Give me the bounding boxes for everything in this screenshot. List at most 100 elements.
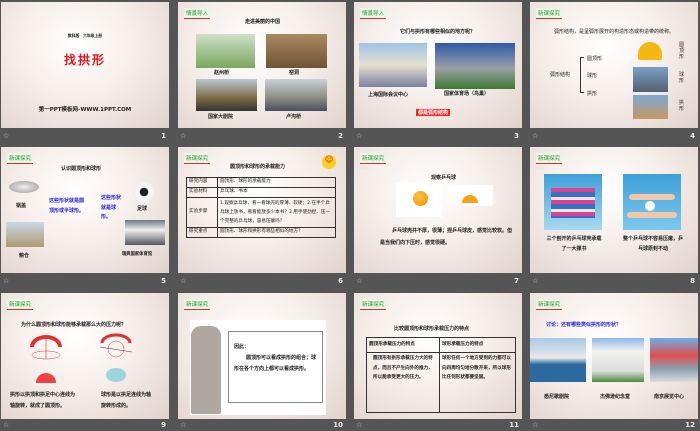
- slide-footer-10: ☆ 10: [178, 421, 346, 431]
- slide-thumbnail-12[interactable]: 新课探究 讨论：还有哪些类似拱形的形状？ 悉尼歌剧院 杰佛逊纪念堂 南京展览中心: [530, 293, 698, 419]
- slide-number: 9: [161, 421, 166, 429]
- slide-title: 比较圆顶形和球形承载压力的特点: [394, 326, 470, 332]
- table-cell: 研究内容: [186, 177, 218, 188]
- table-cell: 1.观察乒乓球，看一看球壳的厚薄、软硬；2.在半个乒乓球上放书，看看能放多少本书…: [217, 196, 336, 229]
- section-tag: 新课探究: [184, 299, 211, 310]
- star-icon[interactable]: ☆: [180, 277, 186, 285]
- section-tag: 新课探究: [7, 153, 34, 164]
- note: 这些形状就是圆顶形或半球形。: [49, 198, 85, 214]
- football-image: [133, 181, 155, 203]
- table-row: 实验材料 乒乓球、书本: [186, 186, 336, 198]
- caption: 锅盖: [16, 203, 27, 209]
- explanation: 拱形以拱顶和拱足中心连线为轴旋转，就成了圆顶形。: [10, 392, 76, 409]
- table-cell: 圆顶形承载压力的特点: [366, 337, 440, 353]
- star-icon[interactable]: ☆: [180, 421, 186, 429]
- caption: 南京展览中心: [654, 394, 685, 400]
- hand-pressing-ball-image: [623, 174, 681, 230]
- question: 为什么圆顶形和球形能够承载那么大的压力呢？: [21, 322, 127, 328]
- granary-image: [6, 222, 44, 247]
- slide-title: 圆顶形和球形的承载能力: [230, 164, 286, 170]
- slide-number: 5: [161, 277, 166, 285]
- slide-thumbnail-5[interactable]: 新课探究 认识圆顶形和球形 锅盖 粮仓 这些形状就是圆顶形或半球形。 这些形状就…: [1, 147, 169, 273]
- star-icon[interactable]: ☆: [532, 132, 538, 140]
- sphere-rotation-diagram: [99, 333, 133, 382]
- cave-dwelling-image: [266, 34, 327, 68]
- slide-thumbnail-3[interactable]: 情景导入 它们与拱形有哪些相似的地方呢？ 上海国际会议中心 国家体育场（鸟巢） …: [354, 2, 522, 128]
- star-icon[interactable]: ☆: [356, 277, 362, 285]
- caption: 卢沟桥: [286, 114, 302, 120]
- table-row: 研究重点 圆顶形、球形和拱形有哪些相似的地方？: [186, 227, 336, 239]
- helmet-image: [638, 42, 662, 60]
- slide-thumbnail-10[interactable]: 新课探究 因此： 圆顶形可以看成拱形的组合；球形在各个方向上都可以看成拱形。: [178, 293, 346, 419]
- table-cell: 圆顶形、球形的承载能力: [217, 177, 336, 188]
- slide-footer-11: ☆ 11: [354, 421, 522, 431]
- star-icon[interactable]: ☆: [3, 421, 9, 429]
- slide-footer-6: ☆ 6: [178, 277, 346, 287]
- section-tag: 新课探究: [360, 299, 387, 310]
- slide-footer-3: ☆ 3: [354, 132, 522, 142]
- slide-footer-1: ☆ 1: [1, 132, 169, 142]
- slide-number: 11: [509, 421, 519, 429]
- slide-thumbnail-11[interactable]: 新课探究 比较圆顶形和球形承载压力的特点 圆顶形承载压力的特点 球形承载压力的特点…: [354, 293, 522, 419]
- slide-thumbnail-1[interactable]: 教科版 六年级上册 找拱形 第一PPT模板网-WWW.1PPT.COM: [1, 2, 169, 128]
- star-icon[interactable]: ☆: [356, 132, 362, 140]
- arch-rotation-diagram: [30, 335, 62, 383]
- slide-thumbnail-7[interactable]: 新课探究 观察乒乓球 乒乓球壳并不厚，很薄；捏乒乓球皮，感觉比较软。但是当我们向…: [354, 147, 522, 273]
- slide-title: 观察乒乓球: [431, 175, 457, 181]
- slide-number: 2: [338, 132, 343, 140]
- caption: 上海国际会议中心: [368, 92, 409, 98]
- slide-number: 4: [690, 132, 695, 140]
- caption: 瑞典国家体育馆: [122, 252, 153, 257]
- tree-branch: 拱形: [587, 91, 598, 97]
- slide-footer-4: ☆ 4: [530, 132, 698, 142]
- label: 球形: [679, 72, 685, 84]
- slide-thumbnail-9[interactable]: 新课探究 为什么圆顶形和球形能够承载那么大的压力呢？ 拱形以拱顶和拱足中心连线为…: [1, 293, 169, 419]
- table-cell: 圆顶形、球形和拱形有哪些相似的地方？: [217, 227, 336, 239]
- table-cell: 球形任何一个地方受到的力都可以向四周均匀地分散开来，所以球形比任何形状都要坚固。: [439, 352, 516, 413]
- slide-number: 1: [161, 132, 166, 140]
- shanghai-center-image: [359, 43, 427, 87]
- comparison-table: 圆顶形承载压力的特点 球形承载压力的特点 圆顶形有拱形承载压力大的特点，而且不产生…: [366, 337, 516, 413]
- slide-number: 7: [514, 277, 519, 285]
- birds-nest-image: [435, 43, 515, 89]
- books-on-balls-image: [544, 174, 602, 230]
- section-tag: 新课探究: [536, 153, 563, 164]
- stadium-image: [125, 220, 165, 245]
- tree-branch: 圆顶形: [587, 56, 603, 62]
- star-icon[interactable]: ☆: [180, 132, 186, 140]
- slide-number: 3: [514, 132, 519, 140]
- section-tag: 新课探究: [536, 8, 563, 19]
- caption: 悉尼歌剧院: [544, 394, 570, 400]
- zhaozhou-bridge-image: [196, 34, 255, 68]
- arch-ruins-image: [633, 95, 668, 119]
- star-icon[interactable]: ☆: [356, 421, 362, 429]
- tree-root: 弧形结构: [550, 72, 571, 78]
- label: 拱形: [679, 100, 685, 112]
- star-icon[interactable]: ☆: [3, 277, 9, 285]
- cartoon-icon: ☺: [322, 155, 336, 169]
- caption: 粮仓: [19, 253, 30, 259]
- slide-footer-7: ☆ 7: [354, 277, 522, 287]
- answer-label: 都是弧形结构: [416, 109, 451, 116]
- slide-thumbnail-2[interactable]: 情景导入 走进美丽的中国 赵州桥 窑洞 国家大剧院 卢沟桥: [178, 2, 346, 128]
- slide-footer-5: ☆ 5: [1, 277, 169, 287]
- note: 这些形状就是球形。: [101, 195, 122, 220]
- experiment-table: 研究内容 圆顶形、球形的承载能力 实验材料 乒乓球、书本 实验步骤 1.观察乒乓球，看…: [186, 177, 336, 239]
- sydney-opera-image: [530, 338, 586, 382]
- slide-thumbnail-6[interactable]: 新课探究 圆顶形和球形的承载能力 ☺ 研究内容 圆顶形、球形的承载能力 实验材料乒…: [178, 147, 346, 273]
- slide-number: 12: [685, 421, 695, 429]
- slide-number: 8: [690, 277, 695, 285]
- table-cell: 研究重点: [186, 227, 218, 239]
- star-icon[interactable]: ☆: [3, 132, 9, 140]
- caption: 杰佛逊纪念堂: [600, 394, 631, 400]
- site-text: 第一PPT模板网-WWW.1PPT.COM: [38, 107, 132, 113]
- table-cell: 乒乓球、书本: [217, 186, 336, 198]
- slide-thumbnail-8[interactable]: 新课探究 三个剖开的乒乓球壳承载了一大摞书 整个乒乓球不容易压瘪，乒乓球原封不动: [530, 147, 698, 273]
- star-icon[interactable]: ☆: [532, 277, 538, 285]
- slide-thumbnail-4[interactable]: 新课探究 弧形结构，是呈弧形展开的构造形态或构造带的统称。 弧形结构 圆顶形 球…: [530, 2, 698, 128]
- star-icon[interactable]: ☆: [532, 421, 538, 429]
- explanation: 球形是以拱足连线为轴旋转形成的。: [101, 392, 152, 409]
- section-tag: 新课探究: [184, 153, 211, 164]
- section-tag: 新课探究: [360, 153, 387, 164]
- question: 讨论：还有哪些类似拱形的形状？: [546, 322, 622, 328]
